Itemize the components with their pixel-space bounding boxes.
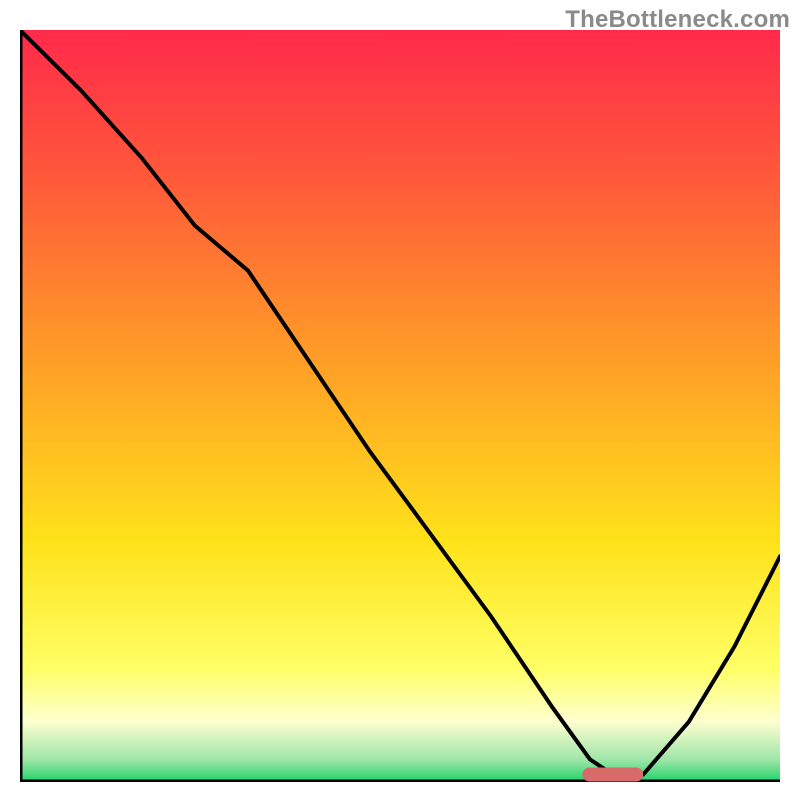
gradient-field bbox=[20, 30, 780, 782]
chart-container: TheBottleneck.com bbox=[0, 0, 800, 800]
optimal-marker bbox=[582, 768, 643, 782]
bottleneck-chart bbox=[20, 30, 780, 782]
chart-area bbox=[20, 30, 780, 782]
